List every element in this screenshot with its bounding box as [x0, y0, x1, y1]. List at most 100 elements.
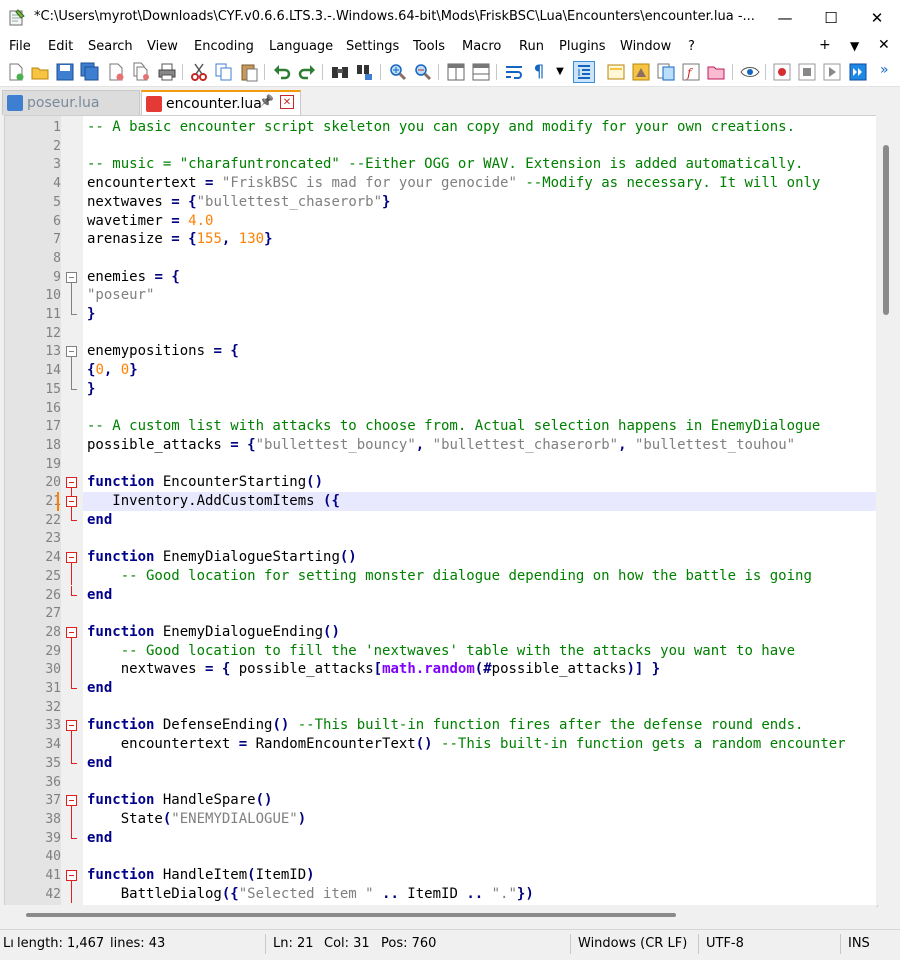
- find-icon[interactable]: [330, 62, 350, 82]
- code-line[interactable]: BattleDialog({"Selected item " .. ItemID…: [87, 885, 534, 904]
- menu-view[interactable]: View: [147, 39, 178, 54]
- toolbar-overflow-icon[interactable]: »: [880, 62, 900, 82]
- vertical-scroll-thumb[interactable]: [883, 145, 889, 315]
- code-line[interactable]: -- music = "charafuntroncated" --Either …: [87, 155, 803, 174]
- undo-icon[interactable]: [272, 62, 292, 82]
- status-insert-mode[interactable]: INS: [848, 936, 870, 951]
- indent-guide-icon[interactable]: [573, 61, 595, 83]
- new-file-icon[interactable]: [6, 62, 26, 82]
- horizontal-scrollbar[interactable]: [4, 905, 876, 925]
- new-tab-plus-icon[interactable]: +: [819, 37, 831, 53]
- document-list-icon[interactable]: [656, 62, 676, 82]
- code-line[interactable]: nextwaves = {"bullettest_chaserorb"}: [87, 193, 390, 212]
- code-line[interactable]: end: [87, 829, 112, 848]
- word-wrap-icon[interactable]: [504, 62, 524, 82]
- code-line[interactable]: wavetimer = 4.0: [87, 212, 213, 231]
- code-line[interactable]: {0, 0}: [87, 361, 138, 380]
- menu-help[interactable]: ?: [688, 39, 695, 54]
- code-line[interactable]: function EncounterStarting(): [87, 473, 323, 492]
- user-defined-language-icon[interactable]: [606, 62, 626, 82]
- document-map-icon[interactable]: [631, 62, 651, 82]
- folder-as-workspace-icon[interactable]: [706, 62, 726, 82]
- print-icon[interactable]: [157, 62, 177, 82]
- stop-macro-icon[interactable]: [797, 62, 817, 82]
- fold-collapse-icon[interactable]: [66, 870, 77, 881]
- code-editor[interactable]: 1 2 3 4 5 6 7 8 9 10 11 12 13 14 15 16 17 18 19 20 21 22 23 24 2…: [4, 115, 878, 907]
- code-line[interactable]: }: [87, 305, 95, 324]
- zoom-out-icon[interactable]: [413, 62, 433, 82]
- code-line[interactable]: arenasize = {155, 130}: [87, 230, 273, 249]
- menu-encoding[interactable]: Encoding: [194, 39, 254, 54]
- code-line[interactable]: enemies = {: [87, 268, 180, 287]
- fold-collapse-icon[interactable]: [66, 477, 77, 489]
- menu-edit[interactable]: Edit: [48, 39, 73, 54]
- paste-icon[interactable]: [239, 62, 259, 82]
- code-text-area[interactable]: -- A basic encounter script skeleton you…: [83, 116, 877, 906]
- close-window-button[interactable]: ✕: [854, 0, 900, 36]
- code-line[interactable]: -- Good location for setting monster dia…: [87, 567, 812, 586]
- tab-list-dropdown-icon[interactable]: ▼: [850, 39, 859, 53]
- fold-collapse-icon[interactable]: [66, 720, 77, 732]
- tab-poseur-lua[interactable]: poseur.lua: [2, 90, 140, 115]
- menu-file[interactable]: File: [9, 39, 31, 54]
- sync-vertical-scroll-icon[interactable]: [446, 62, 466, 82]
- code-line[interactable]: "poseur": [87, 286, 154, 305]
- horizontal-scroll-thumb[interactable]: [26, 913, 676, 917]
- record-macro-icon[interactable]: [772, 62, 792, 82]
- open-file-icon[interactable]: [30, 62, 50, 82]
- menu-macro[interactable]: Macro: [462, 39, 501, 54]
- menu-language[interactable]: Language: [269, 39, 333, 54]
- vertical-scrollbar[interactable]: [876, 115, 896, 905]
- code-line[interactable]: enemypositions = {: [87, 342, 239, 361]
- menu-run[interactable]: Run: [519, 39, 544, 54]
- fold-collapse-icon[interactable]: [66, 271, 77, 283]
- code-line[interactable]: function HandleSpare(): [87, 791, 272, 810]
- code-line[interactable]: State("ENEMYDIALOGUE"): [87, 810, 306, 829]
- fold-collapse-icon[interactable]: [66, 496, 77, 507]
- sync-horizontal-scroll-icon[interactable]: [471, 62, 491, 82]
- fold-collapse-icon[interactable]: [66, 626, 77, 638]
- replace-icon[interactable]: [355, 62, 375, 82]
- redo-icon[interactable]: [297, 62, 317, 82]
- monitoring-eye-icon[interactable]: [740, 62, 760, 82]
- code-line[interactable]: encountertext = RandomEncounterText() --…: [87, 735, 846, 754]
- close-all-icon[interactable]: [131, 62, 151, 82]
- code-line[interactable]: end: [87, 754, 112, 773]
- fold-collapse-icon[interactable]: [66, 552, 77, 564]
- code-line[interactable]: -- Good location to fill the 'nextwaves'…: [87, 642, 795, 661]
- pin-tab-icon[interactable]: 📌: [259, 94, 274, 108]
- code-line[interactable]: -- A custom list with attacks to choose …: [87, 417, 820, 436]
- maximize-button[interactable]: ☐: [808, 0, 854, 36]
- menu-settings[interactable]: Settings: [346, 39, 399, 54]
- menu-plugins[interactable]: Plugins: [559, 39, 606, 54]
- show-symbol-dropdown-icon[interactable]: ▼: [553, 62, 567, 82]
- code-line[interactable]: end: [87, 679, 112, 698]
- code-line[interactable]: function EnemyDialogueStarting(): [87, 548, 357, 567]
- close-tab-icon[interactable]: ✕: [878, 37, 890, 53]
- code-line[interactable]: encountertext = "FriskBSC is mad for you…: [87, 174, 820, 193]
- function-list-icon[interactable]: f: [681, 62, 701, 82]
- status-encoding[interactable]: UTF-8: [706, 936, 744, 951]
- code-line[interactable]: end: [87, 511, 112, 530]
- code-line[interactable]: end: [87, 586, 112, 605]
- tab-encounter-lua[interactable]: encounter.lua 📌 ✕: [141, 90, 301, 115]
- save-all-icon[interactable]: [80, 62, 100, 82]
- fold-collapse-icon[interactable]: [66, 346, 77, 358]
- cut-icon[interactable]: [189, 62, 209, 82]
- close-tab-button[interactable]: ✕: [280, 95, 294, 109]
- code-line[interactable]: nextwaves = { possible_attacks[math.rand…: [87, 660, 661, 679]
- fold-collapse-icon[interactable]: [66, 795, 77, 807]
- status-eol-format[interactable]: Windows (CR LF): [578, 936, 687, 951]
- menu-tools[interactable]: Tools: [413, 39, 445, 54]
- run-macro-multiple-icon[interactable]: [848, 62, 868, 82]
- code-line[interactable]: function HandleItem(ItemID): [87, 866, 315, 885]
- code-line[interactable]: }: [87, 380, 95, 399]
- copy-icon[interactable]: [214, 62, 234, 82]
- close-file-icon[interactable]: [106, 62, 126, 82]
- show-all-characters-icon[interactable]: ¶: [529, 62, 549, 82]
- menu-window[interactable]: Window: [620, 39, 671, 54]
- code-line[interactable]: -- A basic encounter script skeleton you…: [87, 118, 795, 137]
- code-line[interactable]: function EnemyDialogueEnding(): [87, 623, 340, 642]
- play-macro-icon[interactable]: [822, 62, 842, 82]
- save-icon[interactable]: [55, 62, 75, 82]
